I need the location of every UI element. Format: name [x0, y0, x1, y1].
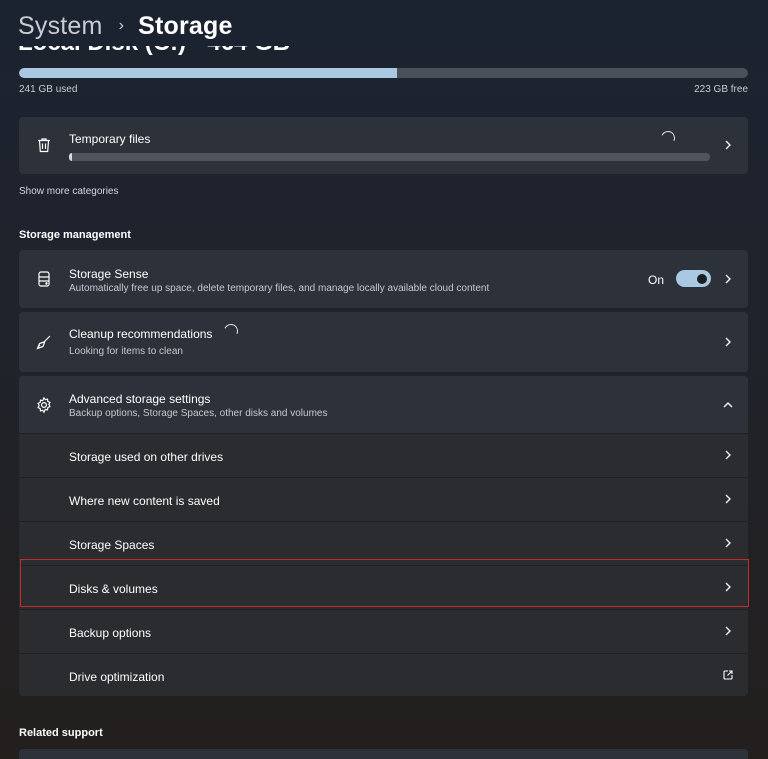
storage-drive-icon — [35, 270, 53, 288]
chevron-up-icon — [722, 399, 734, 411]
disk-usage-bar — [19, 68, 748, 78]
drive-optimization-row[interactable]: Drive optimization — [19, 654, 748, 696]
storage-used-on-other-drives-label: Storage used on other drives — [69, 450, 224, 464]
advanced-storage-title: Advanced storage settings — [69, 392, 211, 406]
storage-management-heading: Storage management — [19, 229, 131, 241]
storage-sense-toggle[interactable] — [676, 270, 711, 287]
temporary-files-card[interactable]: Temporary files — [19, 117, 748, 174]
advanced-storage-settings-header[interactable]: Advanced storage settings Backup options… — [19, 376, 748, 433]
cleanup-title: Cleanup recommendations — [69, 327, 213, 341]
backup-options-label: Backup options — [69, 626, 152, 640]
storage-sense-card[interactable]: Storage Sense Automatically free up spac… — [19, 250, 748, 308]
free-space-label: 223 GB free — [694, 84, 748, 95]
storage-sense-title: Storage Sense — [69, 267, 149, 281]
chevron-right-icon — [722, 537, 734, 549]
related-support-card[interactable] — [19, 749, 748, 759]
where-new-content-is-saved-label: Where new content is saved — [69, 494, 220, 508]
storage-used-on-other-drives-row[interactable]: Storage used on other drives — [19, 434, 748, 477]
disks-and-volumes-label: Disks & volumes — [69, 582, 158, 596]
loading-spinner-icon — [659, 129, 677, 147]
advanced-storage-subtitle: Backup options, Storage Spaces, other di… — [69, 408, 328, 419]
page-title: Storage — [138, 11, 233, 40]
chevron-right-icon — [722, 581, 734, 593]
breadcrumb: System › Storage — [18, 8, 233, 44]
storage-spaces-label: Storage Spaces — [69, 538, 155, 552]
storage-sense-toggle-label: On — [648, 273, 665, 287]
disk-usage-fill — [19, 68, 398, 78]
backup-options-row[interactable]: Backup options — [19, 610, 748, 653]
cleanup-subtitle: Looking for items to clean — [69, 346, 183, 357]
storage-spaces-row[interactable]: Storage Spaces — [19, 522, 748, 565]
loading-spinner-icon — [222, 322, 240, 340]
chevron-right-icon — [722, 336, 734, 348]
chevron-right-icon — [722, 139, 734, 151]
where-new-content-is-saved-row[interactable]: Where new content is saved — [19, 478, 748, 521]
drive-optimization-label: Drive optimization — [69, 670, 165, 684]
trash-icon — [35, 136, 53, 154]
chevron-right-icon — [722, 449, 734, 461]
breadcrumb-separator-icon: › — [118, 17, 125, 34]
temporary-files-title: Temporary files — [69, 132, 151, 146]
chevron-right-icon — [722, 493, 734, 505]
used-space-label: 241 GB used — [19, 84, 78, 95]
storage-sense-subtitle: Automatically free up space, delete temp… — [69, 283, 490, 294]
temporary-files-bar-fill — [69, 153, 73, 161]
temporary-files-bar — [69, 153, 710, 161]
show-more-categories-link[interactable]: Show more categories — [19, 186, 119, 197]
chevron-right-icon — [722, 625, 734, 637]
external-link-icon — [722, 669, 734, 681]
toggle-knob — [697, 273, 707, 284]
broom-icon — [35, 333, 53, 351]
cleanup-recommendations-card[interactable]: Cleanup recommendations Looking for item… — [19, 312, 748, 372]
breadcrumb-system[interactable]: System — [18, 12, 103, 41]
gear-icon — [35, 396, 53, 414]
chevron-right-icon — [722, 273, 734, 285]
related-support-heading: Related support — [19, 727, 103, 739]
disks-and-volumes-row[interactable]: Disks & volumes — [19, 566, 748, 609]
